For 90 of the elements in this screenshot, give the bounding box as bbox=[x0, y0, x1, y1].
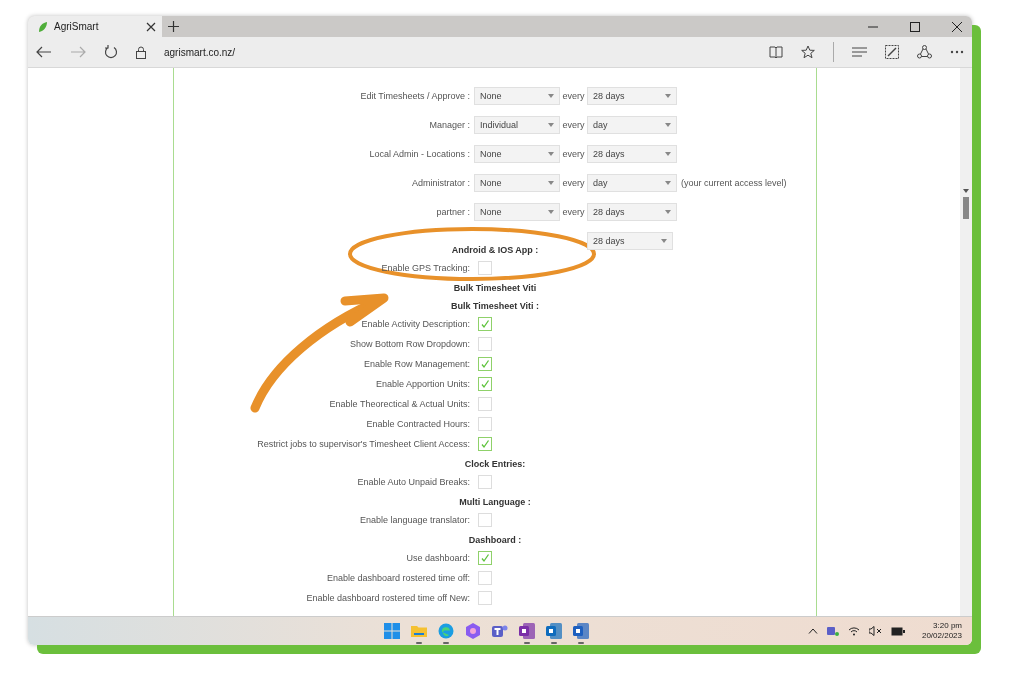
role-dropdown[interactable]: Individual bbox=[474, 116, 560, 134]
checkbox[interactable] bbox=[478, 551, 492, 565]
option-label: Enable dashboard rostered time off: bbox=[326, 573, 471, 583]
caret-icon bbox=[665, 210, 671, 214]
checkbox[interactable] bbox=[478, 591, 492, 605]
checkbox[interactable] bbox=[478, 571, 492, 585]
section-heading: Android & IOS App : bbox=[450, 244, 540, 257]
caret-icon bbox=[665, 181, 671, 185]
chevron-up-icon[interactable] bbox=[807, 628, 818, 634]
option-label: Enable dashboard rostered time off New: bbox=[305, 593, 471, 603]
battery-icon[interactable] bbox=[890, 626, 905, 636]
section-heading: Multi Language : bbox=[458, 496, 532, 509]
checkbox[interactable] bbox=[478, 261, 492, 275]
field-label: Local Admin - Locations : bbox=[368, 149, 471, 159]
more-icon[interactable] bbox=[950, 50, 964, 54]
browser-icon[interactable] bbox=[438, 623, 454, 644]
option-label: Enable GPS Tracking: bbox=[380, 263, 471, 273]
every-label: every bbox=[561, 149, 586, 159]
share-icon[interactable] bbox=[917, 45, 932, 59]
checkbox[interactable] bbox=[478, 317, 492, 331]
section-heading: Bulk Timesheet Viti : bbox=[449, 300, 541, 313]
leaf-icon bbox=[38, 20, 48, 33]
section-heading: Bulk Timesheet Viti bbox=[452, 282, 538, 295]
checkbox[interactable] bbox=[478, 337, 492, 351]
checkbox[interactable] bbox=[478, 513, 492, 527]
scroll-down-icon[interactable] bbox=[963, 189, 969, 193]
caret-icon bbox=[548, 94, 554, 98]
caret-icon bbox=[665, 123, 671, 127]
wifi-icon[interactable] bbox=[847, 626, 860, 636]
option-label: Use dashboard: bbox=[405, 553, 471, 563]
checkbox[interactable] bbox=[478, 357, 492, 371]
checkbox[interactable] bbox=[478, 417, 492, 431]
clock-date[interactable]: 20/02/2023 bbox=[921, 631, 962, 641]
lock-icon bbox=[136, 45, 146, 59]
checkbox[interactable] bbox=[478, 437, 492, 451]
close-icon[interactable] bbox=[146, 21, 156, 32]
close-icon[interactable] bbox=[952, 21, 962, 32]
field-label: partner : bbox=[435, 207, 471, 217]
new-tab-icon[interactable] bbox=[168, 21, 179, 32]
period-dropdown[interactable]: 28 days bbox=[587, 203, 677, 221]
every-label: every bbox=[561, 178, 586, 188]
caret-icon bbox=[548, 210, 554, 214]
caret-icon bbox=[548, 123, 554, 127]
period-dropdown[interactable]: day bbox=[587, 116, 677, 134]
every-label: every bbox=[561, 120, 586, 130]
role-dropdown[interactable]: None bbox=[474, 87, 560, 105]
caret-icon bbox=[661, 239, 667, 243]
clock-time[interactable]: 3:20 pm bbox=[933, 621, 962, 631]
section-heading: Dashboard : bbox=[467, 534, 523, 547]
field-label: Manager : bbox=[428, 120, 471, 130]
role-dropdown[interactable]: None bbox=[474, 203, 560, 221]
people-icon[interactable] bbox=[826, 625, 839, 637]
folder-icon[interactable] bbox=[411, 623, 427, 644]
menu-icon[interactable] bbox=[852, 47, 867, 57]
option-label: Show Bottom Row Dropdown: bbox=[348, 339, 471, 349]
caret-icon bbox=[665, 94, 671, 98]
period-dropdown[interactable]: 28 days bbox=[587, 87, 677, 105]
browser-tab[interactable]: AgriSmart bbox=[28, 16, 162, 37]
period-dropdown[interactable]: 28 days bbox=[587, 145, 677, 163]
section-heading: Clock Entries: bbox=[463, 458, 527, 471]
access-note: (your current access level) bbox=[681, 178, 787, 188]
period-dropdown[interactable]: day bbox=[587, 174, 677, 192]
star-icon[interactable] bbox=[801, 45, 815, 59]
option-label: Restrict jobs to supervisor's Timesheet Client Access: bbox=[256, 439, 471, 449]
caret-icon bbox=[548, 181, 554, 185]
field-label: Administrator : bbox=[410, 178, 471, 188]
period-dropdown[interactable]: 28 days bbox=[587, 232, 673, 250]
checkbox[interactable] bbox=[478, 397, 492, 411]
scrollbar-thumb[interactable] bbox=[963, 197, 969, 219]
option-label: Enable Row Management: bbox=[362, 359, 471, 369]
every-label: every bbox=[561, 91, 586, 101]
option-label: Enable Theorectical & Actual Units: bbox=[328, 399, 471, 409]
book-icon[interactable] bbox=[769, 46, 783, 58]
maximize-icon[interactable] bbox=[910, 21, 920, 32]
checkbox[interactable] bbox=[478, 377, 492, 391]
option-label: Enable Activity Description: bbox=[360, 319, 471, 329]
caret-icon bbox=[548, 152, 554, 156]
back-icon[interactable] bbox=[36, 46, 52, 58]
every-label: every bbox=[561, 207, 586, 217]
option-label: Enable Contracted Hours: bbox=[365, 419, 471, 429]
muted-speaker-icon[interactable] bbox=[868, 626, 882, 636]
caret-icon bbox=[665, 152, 671, 156]
role-dropdown[interactable]: None bbox=[474, 174, 560, 192]
option-label: Enable language translator: bbox=[358, 515, 471, 525]
refresh-icon[interactable] bbox=[104, 45, 118, 59]
option-label: Enable Apportion Units: bbox=[374, 379, 471, 389]
role-dropdown[interactable]: None bbox=[474, 145, 560, 163]
option-label: Enable Auto Unpaid Breaks: bbox=[356, 477, 471, 487]
field-label: Edit Timesheets / Approve : bbox=[359, 91, 471, 101]
checkbox[interactable] bbox=[478, 475, 492, 489]
